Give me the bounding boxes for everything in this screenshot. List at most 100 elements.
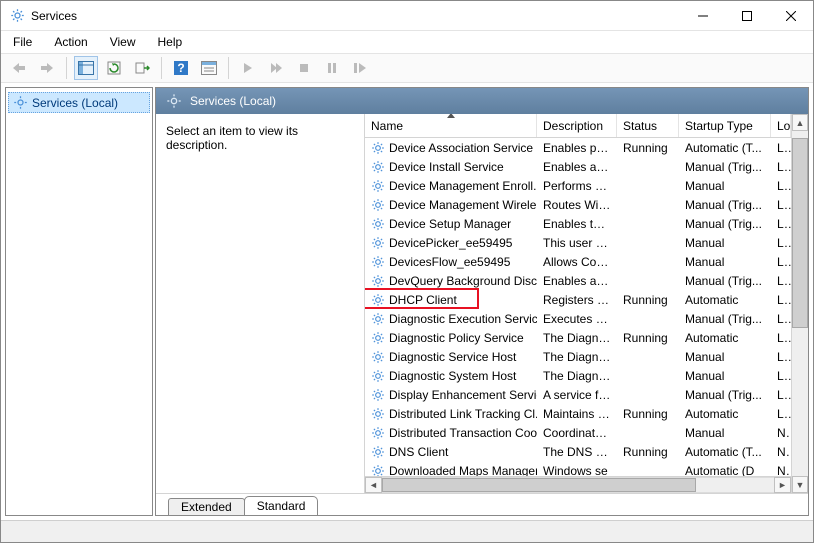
app-icon <box>9 8 25 24</box>
table-row[interactable]: DNS ClientThe DNS Cli...RunningAutomatic… <box>365 442 791 461</box>
scroll-right-arrow-icon[interactable]: ► <box>774 477 791 493</box>
table-row[interactable]: Distributed Transaction Coo...Coordinate… <box>365 423 791 442</box>
gear-icon <box>371 236 385 250</box>
cell-startup: Manual (Trig... <box>679 312 771 326</box>
table-row[interactable]: Device Management Wirele...Routes Wire..… <box>365 195 791 214</box>
services-window: Services File Action View Help ? <box>0 0 814 543</box>
cell-description: The DNS Cli... <box>537 445 617 459</box>
vscroll-thumb[interactable] <box>792 138 808 328</box>
vertical-scrollbar[interactable]: ▲ ▼ <box>791 114 808 493</box>
scroll-down-arrow-icon[interactable]: ▼ <box>792 476 808 493</box>
cell-description: The Diagno... <box>537 369 617 383</box>
table-row[interactable]: Distributed Link Tracking Cl...Maintains… <box>365 404 791 423</box>
cell-description: Executes dia... <box>537 312 617 326</box>
cell-name: DevicesFlow_ee59495 <box>365 255 537 269</box>
cell-status: Running <box>617 141 679 155</box>
horizontal-scrollbar[interactable]: ◄ ► <box>365 476 791 493</box>
tree-pane[interactable]: Services (Local) <box>5 87 153 516</box>
forward-button[interactable] <box>35 56 59 80</box>
gear-icon <box>371 274 385 288</box>
cell-startup: Manual (Trig... <box>679 217 771 231</box>
minimize-button[interactable] <box>681 1 725 31</box>
menu-help[interactable]: Help <box>154 33 187 51</box>
table-row[interactable]: DevicePicker_ee59495This user se...Manua… <box>365 233 791 252</box>
cell-logon: Loc <box>771 179 791 193</box>
refresh-button[interactable] <box>102 56 126 80</box>
tabstrip: Extended Standard <box>156 493 808 515</box>
cell-logon: Loc <box>771 369 791 383</box>
cell-description: This user se... <box>537 236 617 250</box>
table-row[interactable]: DevicesFlow_ee59495Allows Con...ManualLo… <box>365 252 791 271</box>
cell-name: DevQuery Background Disc... <box>365 274 537 288</box>
scroll-up-arrow-icon[interactable]: ▲ <box>792 114 808 131</box>
cell-description: Performs D... <box>537 179 617 193</box>
table-row[interactable]: DevQuery Background Disc...Enables app..… <box>365 271 791 290</box>
scroll-left-arrow-icon[interactable]: ◄ <box>365 477 382 493</box>
menu-file[interactable]: File <box>9 33 36 51</box>
cell-startup: Manual <box>679 350 771 364</box>
cell-logon: Loc <box>771 236 791 250</box>
cell-logon: Loc <box>771 293 791 307</box>
cell-startup: Manual <box>679 179 771 193</box>
table-row[interactable]: Diagnostic Service HostThe Diagno... Manu… <box>365 347 791 366</box>
list-column: Name Description Status Startup Type Log… <box>364 114 808 493</box>
table-row[interactable]: Device Management Enroll...Performs D...… <box>365 176 791 195</box>
table-row[interactable]: Diagnostic Execution ServiceExecutes dia… <box>365 309 791 328</box>
tab-extended[interactable]: Extended <box>168 498 245 515</box>
cell-logon: Loc <box>771 160 791 174</box>
column-header-status[interactable]: Status <box>617 114 679 137</box>
start-button[interactable] <box>236 56 260 80</box>
table-row[interactable]: Display Enhancement ServiceA service fo.… <box>365 385 791 404</box>
cell-logon: Loc <box>771 350 791 364</box>
right-pane: Services (Local) Select an item to view … <box>155 87 809 516</box>
close-button[interactable] <box>769 1 813 31</box>
cell-description: Enables app... <box>537 274 617 288</box>
gear-icon <box>371 445 385 459</box>
table-row[interactable]: Device Setup ManagerEnables the ...Manua… <box>365 214 791 233</box>
table-row[interactable]: DHCP ClientRegisters an...RunningAutomat… <box>365 290 791 309</box>
cell-description: The Diagno... <box>537 350 617 364</box>
panel-title: Services (Local) <box>190 94 276 108</box>
gear-icon <box>13 95 28 110</box>
tab-standard[interactable]: Standard <box>244 496 319 515</box>
menu-action[interactable]: Action <box>50 33 91 51</box>
services-list[interactable]: Device Association ServiceEnables pair..… <box>365 138 791 476</box>
column-header-description[interactable]: Description <box>537 114 617 137</box>
cell-logon: Net <box>771 445 791 459</box>
pause-button[interactable] <box>320 56 344 80</box>
statusbar <box>1 520 813 542</box>
hscroll-thumb[interactable] <box>382 478 696 492</box>
cell-name: Diagnostic Policy Service <box>365 331 537 345</box>
gear-icon <box>371 331 385 345</box>
titlebar[interactable]: Services <box>1 1 813 31</box>
gear-icon <box>371 179 385 193</box>
menu-view[interactable]: View <box>106 33 140 51</box>
tree-item-services-local[interactable]: Services (Local) <box>8 92 150 113</box>
show-hide-tree-button[interactable] <box>74 56 98 80</box>
svg-text:?: ? <box>177 61 184 75</box>
table-row[interactable]: Device Install ServiceEnables a c...Manu… <box>365 157 791 176</box>
export-list-button[interactable] <box>130 56 154 80</box>
back-button[interactable] <box>7 56 31 80</box>
table-row[interactable]: Diagnostic System HostThe Diagno...Manua… <box>365 366 791 385</box>
cell-description: Registers an... <box>537 293 617 307</box>
properties-button[interactable] <box>197 56 221 80</box>
table-row[interactable]: Diagnostic Policy ServiceThe Diagno...Ru… <box>365 328 791 347</box>
stop-button[interactable] <box>292 56 316 80</box>
maximize-button[interactable] <box>725 1 769 31</box>
cell-startup: Manual <box>679 255 771 269</box>
cell-startup: Automatic (D <box>679 464 771 477</box>
help-button[interactable]: ? <box>169 56 193 80</box>
cell-description: Routes Wire... <box>537 198 617 212</box>
column-header-name[interactable]: Name <box>365 114 537 137</box>
table-row[interactable]: Downloaded Maps ManagerWindows seAutomat… <box>365 461 791 476</box>
column-header-logon[interactable]: Log <box>771 114 791 137</box>
restart-button[interactable] <box>348 56 372 80</box>
cell-name: Diagnostic Service Host <box>365 350 537 364</box>
gear-icon <box>371 160 385 174</box>
start-all-button[interactable] <box>264 56 288 80</box>
table-row[interactable]: Device Association ServiceEnables pair..… <box>365 138 791 157</box>
gear-icon <box>371 217 385 231</box>
cell-startup: Manual <box>679 236 771 250</box>
column-header-startup-type[interactable]: Startup Type <box>679 114 771 137</box>
